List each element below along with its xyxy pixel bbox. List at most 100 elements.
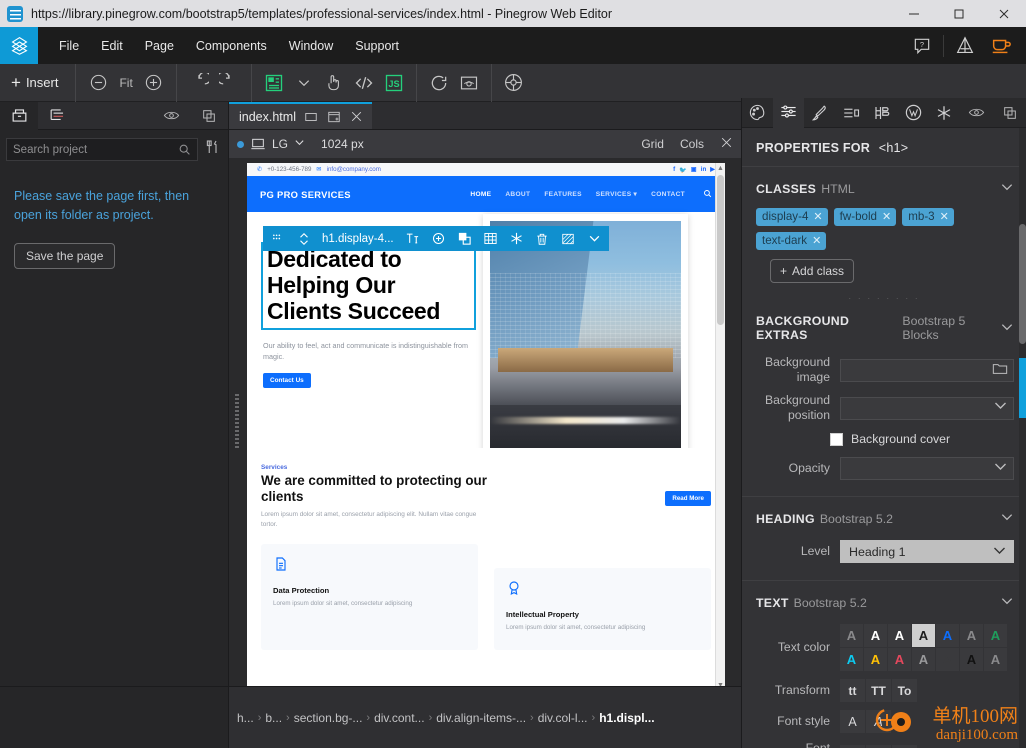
search-icon[interactable]: [703, 185, 712, 203]
twitter-icon[interactable]: 🐦: [679, 166, 687, 174]
undo-icon[interactable]: [184, 68, 214, 98]
color-swatch-selected[interactable]: A: [912, 624, 935, 647]
tab-brush-icon[interactable]: [804, 98, 835, 128]
opacity-select[interactable]: [840, 457, 1014, 480]
classes-section-header[interactable]: CLASSES HTML: [742, 167, 1026, 206]
class-chip[interactable]: text-dark ✕: [756, 232, 827, 250]
breadcrumb-item-current[interactable]: h1.displ...: [599, 711, 654, 725]
grid-icon[interactable]: [259, 68, 289, 98]
chevron-down-icon[interactable]: [289, 68, 319, 98]
style-magic-icon[interactable]: [506, 228, 527, 249]
breadcrumb-item[interactable]: div.cont...: [374, 711, 424, 725]
color-swatch[interactable]: A: [984, 624, 1007, 647]
chevron-down-icon[interactable]: [1000, 180, 1014, 197]
hero-subtext[interactable]: Our ability to feel, act and communicate…: [263, 340, 474, 362]
hero-heading[interactable]: Dedicated to Helping Our Clients Succeed: [267, 246, 470, 324]
site-email[interactable]: info@company.com: [327, 166, 381, 173]
pinegrow-logo-icon[interactable]: [0, 27, 38, 64]
color-swatch[interactable]: A: [888, 648, 911, 671]
duplicate-icon[interactable]: [454, 228, 475, 249]
preview-icon[interactable]: [454, 68, 484, 98]
chevron-down-icon[interactable]: [584, 228, 605, 249]
breadcrumb-item[interactable]: div.col-l...: [538, 711, 588, 725]
menu-edit[interactable]: Edit: [90, 34, 134, 58]
heading-section-header[interactable]: HEADING Bootstrap 5.2: [742, 497, 1026, 536]
color-swatch[interactable]: A: [960, 648, 983, 671]
breadcrumb-item[interactable]: b...: [265, 711, 282, 725]
nav-link-services[interactable]: SERVICES ▾: [596, 190, 637, 198]
font-style-normal-button[interactable]: A: [840, 710, 865, 733]
site-phone[interactable]: +0-123-456-789: [267, 166, 311, 173]
background-extras-header[interactable]: BACKGROUND EXTRAS Bootstrap 5 Blocks: [742, 301, 1026, 351]
save-page-button[interactable]: Save the page: [14, 243, 116, 269]
breadcrumb-item[interactable]: section.bg-...: [294, 711, 363, 725]
text-section-header[interactable]: TEXT Bootstrap 5.2: [742, 581, 1026, 620]
color-swatch[interactable]: A: [864, 624, 887, 647]
instagram-icon[interactable]: ▣: [691, 166, 697, 173]
menu-page[interactable]: Page: [134, 34, 185, 58]
breadcrumb-item[interactable]: h...: [237, 711, 254, 725]
tools-icon[interactable]: [204, 138, 222, 161]
color-swatch[interactable]: A: [840, 648, 863, 671]
nav-link-about[interactable]: ABOUT: [505, 191, 530, 198]
page-scrollbar[interactable]: ▲ ▼: [715, 163, 725, 686]
window-icon[interactable]: [303, 109, 319, 125]
touch-icon[interactable]: [319, 68, 349, 98]
drag-handle-icon[interactable]: [267, 228, 288, 249]
eye-icon[interactable]: [960, 98, 993, 128]
new-window-icon[interactable]: [326, 109, 342, 125]
close-page-icon[interactable]: [349, 109, 365, 125]
move-updown-icon[interactable]: [293, 228, 314, 249]
help-icon[interactable]: ?: [907, 33, 937, 59]
code-icon[interactable]: [349, 68, 379, 98]
tab-project-icon[interactable]: [0, 101, 38, 130]
rendered-page[interactable]: ✆ +0-123-456-789 ✉ info@company.com f 🐦 …: [247, 163, 725, 686]
nav-link-features[interactable]: FEATURES: [544, 191, 581, 198]
duplicate-icon[interactable]: [190, 102, 228, 130]
browser-sync-icon[interactable]: [499, 68, 529, 98]
maximize-button[interactable]: [936, 0, 981, 27]
color-swatch[interactable]: A: [984, 648, 1007, 671]
menu-file[interactable]: File: [48, 34, 90, 58]
tab-library-icon[interactable]: [867, 98, 898, 128]
folder-icon[interactable]: [992, 361, 1008, 380]
redo-icon[interactable]: [214, 68, 244, 98]
js-icon[interactable]: JS: [379, 68, 409, 98]
insert-button[interactable]: + Insert: [7, 74, 68, 91]
decoration-underline-button[interactable]: T: [866, 744, 891, 748]
device-name[interactable]: LG: [272, 137, 288, 151]
close-button[interactable]: [981, 0, 1026, 27]
tab-structure-icon[interactable]: [38, 102, 76, 130]
color-swatch[interactable]: A: [912, 648, 935, 671]
chevron-down-icon[interactable]: [1000, 594, 1014, 611]
zoom-out-icon[interactable]: [83, 68, 113, 98]
tab-text-align-icon[interactable]: [835, 98, 866, 128]
tab-wordpress-icon[interactable]: [898, 98, 929, 128]
remove-class-icon[interactable]: ✕: [940, 210, 949, 223]
grid-icon[interactable]: [480, 228, 501, 249]
contact-us-button[interactable]: Contact Us: [263, 373, 311, 388]
reload-icon[interactable]: [424, 68, 454, 98]
background-image-input[interactable]: [840, 358, 1014, 382]
site-brand[interactable]: PG PRO SERVICES: [260, 189, 351, 200]
tab-properties-icon[interactable]: [773, 97, 805, 128]
page-tab-index-html[interactable]: index.html: [229, 102, 372, 129]
transform-lowercase-button[interactable]: tt: [840, 679, 865, 702]
read-more-button[interactable]: Read More: [665, 491, 711, 506]
color-swatch[interactable]: A: [888, 624, 911, 647]
duplicate-icon[interactable]: [993, 98, 1026, 128]
properties-scrollbar[interactable]: [1019, 128, 1026, 748]
search-input[interactable]: Search project: [6, 138, 198, 161]
facebook-icon[interactable]: f: [673, 166, 675, 173]
tab-palette-icon[interactable]: [742, 98, 773, 128]
linkedin-icon[interactable]: in: [701, 166, 707, 173]
remove-class-icon[interactable]: ✕: [813, 210, 822, 223]
class-chip[interactable]: fw-bold ✕: [833, 208, 897, 226]
add-class-button[interactable]: + Add class: [770, 259, 855, 283]
color-swatch[interactable]: A: [864, 648, 887, 671]
eye-icon[interactable]: [152, 102, 190, 130]
hero-image-frame[interactable]: [483, 214, 688, 464]
class-chip[interactable]: mb-3 ✕: [902, 208, 954, 226]
background-cover-checkbox[interactable]: [830, 432, 843, 446]
scroll-up-arrow[interactable]: ▲: [717, 165, 724, 172]
